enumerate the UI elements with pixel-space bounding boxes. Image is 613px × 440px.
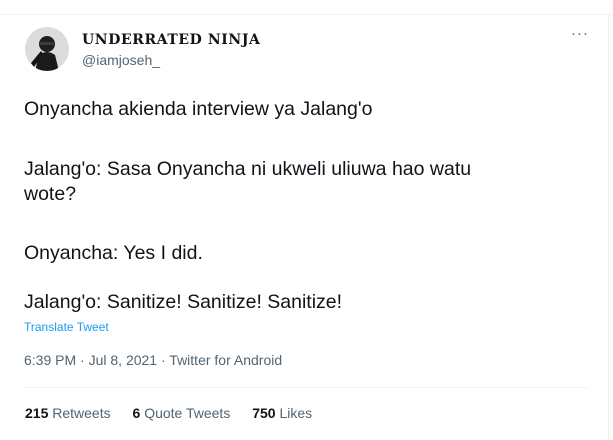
author-handle[interactable]: @iamjoseh_ [82,52,160,68]
retweets-stat[interactable]: 215 Retweets [25,405,111,421]
tweet-meta: 6:39 PM · Jul 8, 2021 · Twitter for Andr… [24,352,282,368]
quote-tweets-count: 6 [132,405,141,421]
divider [24,387,589,388]
likes-count: 750 [252,405,276,421]
meta-separator: · [76,352,89,368]
quote-tweets-stat[interactable]: 6 Quote Tweets [133,405,231,421]
tweet-date[interactable]: Jul 8, 2021 [89,352,158,368]
retweets-count: 215 [25,405,49,421]
tweet-card: UNDERRATED NINJA @iamjoseh_ ··· Onyancha… [0,0,613,440]
meta-separator: · [157,352,170,368]
quote-tweets-label: Quote Tweets [144,405,231,421]
right-border [608,14,609,440]
translate-tweet-link[interactable]: Translate Tweet [24,320,109,334]
profile-avatar-icon [25,27,69,71]
likes-label: Likes [279,405,313,421]
avatar[interactable] [25,27,69,71]
tweet-time[interactable]: 6:39 PM [24,352,76,368]
author-name[interactable]: UNDERRATED NINJA [82,32,261,48]
retweets-label: Retweets [52,405,111,421]
tweet-source[interactable]: Twitter for Android [169,352,282,368]
likes-stat[interactable]: 750 Likes [252,405,312,421]
ellipsis-icon[interactable]: ··· [571,26,589,41]
top-border [0,14,613,15]
tweet-text-line: Onyancha akienda interview ya Jalang'o [24,98,373,120]
tweet-text-line: Jalang'o: Sasa Onyancha ni ukweli uliuwa… [24,158,472,180]
tweet-text-line: wote? [24,183,77,205]
tweet-text-line: Onyancha: Yes I did. [24,242,203,264]
tweet-text-line: Jalang'o: Sanitize! Sanitize! Sanitize! [24,291,343,313]
tweet-stats: 215 Retweets 6 Quote Tweets 750 Likes [25,405,330,421]
